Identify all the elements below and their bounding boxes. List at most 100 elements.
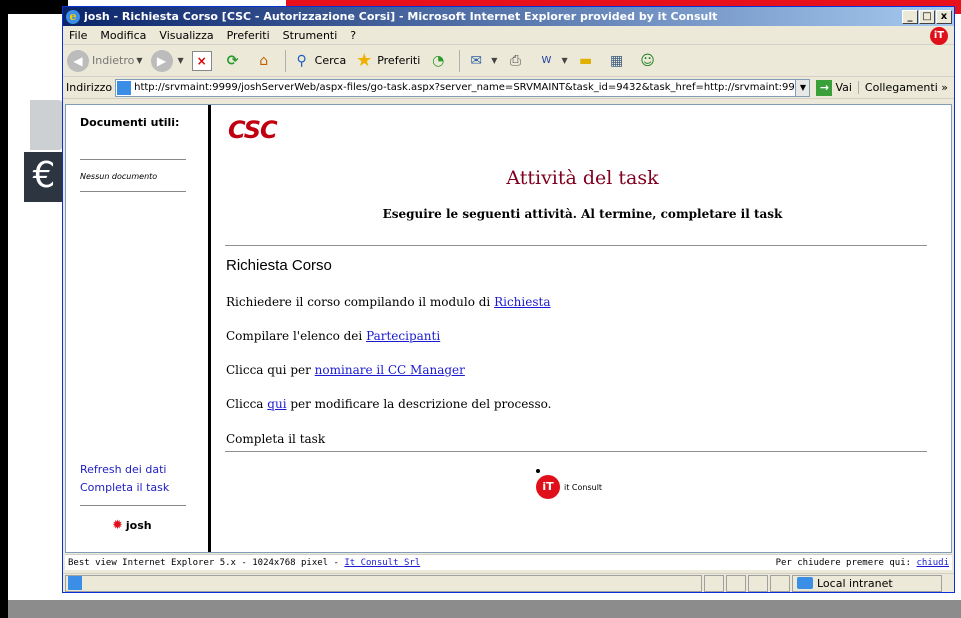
- no-documents-text: Nessun documento: [80, 172, 158, 181]
- go-label: Vai: [835, 81, 852, 94]
- research-icon: ▦: [609, 52, 624, 69]
- chevron-down-icon: ▼: [491, 56, 498, 65]
- stop-button[interactable]: ×: [191, 50, 215, 71]
- divider: [80, 505, 186, 506]
- page-viewport: Documenti utili: Nessun documento Refres…: [65, 104, 952, 553]
- page-title: Attività del task: [506, 167, 659, 189]
- links-button[interactable]: Collegamenti »: [857, 81, 954, 94]
- richiesta-link[interactable]: Richiesta: [494, 295, 550, 309]
- menu-modifica[interactable]: Modifica: [100, 29, 146, 42]
- chevron-down-icon: ▼: [136, 56, 143, 65]
- close-button[interactable]: x: [936, 9, 952, 24]
- page-footer: Best view Internet Explorer 5.x - 1024x7…: [65, 554, 952, 570]
- chevron-down-icon[interactable]: ▼: [795, 79, 810, 96]
- brand-logo-icon: iT: [930, 27, 948, 45]
- stop-icon: ×: [191, 50, 212, 71]
- mail-icon: ✉: [470, 52, 483, 69]
- history-button[interactable]: ◔: [428, 51, 451, 71]
- mail-button[interactable]: ✉ ▼: [466, 51, 497, 71]
- refresh-button[interactable]: ⟳: [223, 51, 246, 71]
- forward-arrow-icon: ▶: [150, 49, 173, 72]
- menu-help[interactable]: ?: [350, 29, 356, 42]
- sun-icon: ✹: [112, 518, 123, 533]
- forward-button[interactable]: ▶ ▼: [150, 49, 184, 72]
- research-button[interactable]: ▦: [607, 51, 630, 71]
- complete-task-link[interactable]: Completa il task: [80, 481, 169, 494]
- search-button[interactable]: ⚲ Cerca: [292, 51, 347, 71]
- go-button[interactable]: → Vai: [816, 79, 852, 96]
- menu-visualizza[interactable]: Visualizza: [159, 29, 213, 42]
- it-consult-icon: iT: [536, 475, 560, 499]
- background-left-strip: [0, 0, 8, 618]
- resize-grip[interactable]: [942, 575, 954, 592]
- menu-preferiti[interactable]: Preferiti: [227, 29, 270, 42]
- folder-icon: ▬: [578, 52, 593, 69]
- josh-brand: josh: [125, 519, 152, 532]
- star-icon: ★: [356, 49, 373, 71]
- print-icon: ⎙: [509, 52, 522, 69]
- address-field[interactable]: http://srvmaint:9999/joshServerWeb/aspx-…: [115, 78, 811, 97]
- folder-button[interactable]: ▬: [576, 51, 599, 71]
- zone-label: Local intranet: [817, 576, 893, 590]
- sidebar-title: Documenti utili:: [80, 116, 180, 129]
- sidebar: Documenti utili: Nessun documento Refres…: [66, 105, 211, 552]
- favorites-label: Preferiti: [377, 54, 421, 67]
- menu-strumenti[interactable]: Strumenti: [283, 29, 338, 42]
- divider: [80, 191, 186, 192]
- maximize-button[interactable]: □: [919, 9, 935, 24]
- address-url: http://srvmaint:9999/joshServerWeb/aspx-…: [134, 82, 795, 93]
- toolbar-separator: [459, 49, 461, 72]
- edit-icon: W: [541, 54, 552, 66]
- page-icon: [117, 80, 132, 95]
- messenger-icon: ☺: [640, 52, 655, 69]
- page-subtitle: Eseguire le seguenti attività. Al termin…: [382, 207, 783, 221]
- divider: [225, 451, 927, 452]
- status-cell: [704, 574, 724, 592]
- partecipanti-link[interactable]: Partecipanti: [366, 329, 440, 343]
- security-zone: Local intranet: [792, 574, 942, 592]
- qui-link[interactable]: qui: [267, 397, 286, 411]
- background-bottom-bar: [8, 600, 961, 618]
- close-link[interactable]: chiudi: [916, 558, 949, 568]
- chevron-down-icon: ▼: [177, 56, 184, 65]
- back-button[interactable]: ◀ Indietro ▼: [67, 49, 143, 72]
- task-text: Clicca: [226, 397, 268, 411]
- footer-close-text: Per chiudere premere qui:: [775, 557, 917, 568]
- divider: [80, 159, 186, 160]
- refresh-icon: ⟳: [226, 52, 239, 69]
- josh-logo: ✹ josh: [112, 518, 152, 533]
- status-cell: [770, 574, 790, 592]
- it-consult-logo: iT it Consult: [536, 469, 603, 499]
- task-line-manager: Clicca qui per nominare il CC Manager: [226, 363, 465, 377]
- favorites-button[interactable]: ★ Preferiti: [354, 49, 421, 71]
- task-line-partecipanti: Compilare l'elenco dei Partecipanti: [226, 329, 440, 343]
- background-logo-ghost: [30, 100, 64, 150]
- home-button[interactable]: ⌂: [254, 51, 277, 71]
- cc-manager-link[interactable]: nominare il CC Manager: [315, 363, 465, 377]
- minimize-button[interactable]: _: [902, 9, 918, 24]
- background-logo-c: €: [24, 152, 64, 202]
- task-line-descrizione: Clicca qui per modificare la descrizione…: [226, 397, 551, 411]
- toolbar-separator: [284, 49, 286, 72]
- complete-task-text: Completa il task: [226, 432, 326, 446]
- chevron-down-icon: ▼: [561, 56, 568, 65]
- refresh-data-link[interactable]: Refresh dei dati: [80, 463, 166, 476]
- status-main: [65, 574, 702, 592]
- it-consult-name: it Consult: [564, 482, 603, 492]
- task-text: Richiedere il corso compilando il modulo…: [226, 295, 495, 309]
- go-arrow-icon: →: [816, 79, 833, 96]
- search-icon: ⚲: [296, 52, 307, 69]
- title-bar[interactable]: e josh - Richiesta Corso [CSC - Autorizz…: [63, 7, 954, 26]
- menu-file[interactable]: File: [69, 29, 87, 42]
- csc-logo: CSC: [228, 116, 278, 144]
- section-title: Richiesta Corso: [226, 257, 332, 274]
- messenger-button[interactable]: ☺: [638, 51, 661, 71]
- page-icon: [68, 576, 82, 590]
- edit-button[interactable]: W ▼: [536, 51, 567, 71]
- print-button[interactable]: ⎙: [505, 51, 528, 71]
- status-cell: [748, 574, 768, 592]
- address-label: Indirizzo: [66, 81, 113, 94]
- status-cell: [726, 574, 746, 592]
- address-bar: Indirizzo http://srvmaint:9999/joshServe…: [63, 77, 954, 99]
- it-consult-link[interactable]: It Consult Srl: [344, 558, 420, 568]
